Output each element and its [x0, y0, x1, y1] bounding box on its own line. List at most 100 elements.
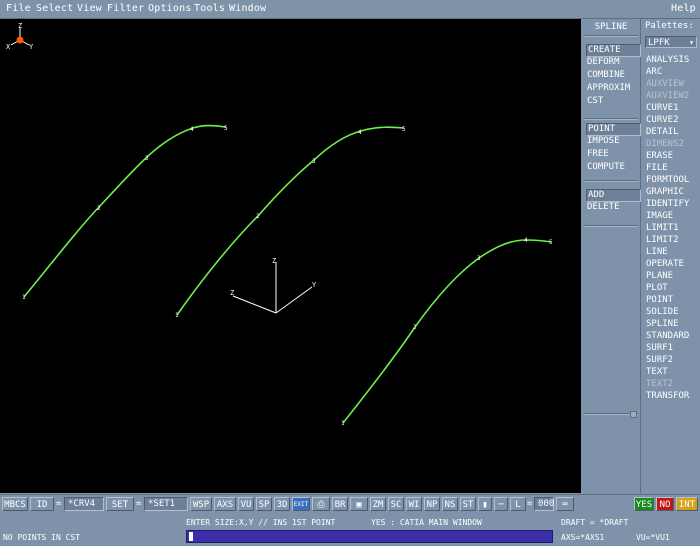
axs-button[interactable]: AXS — [214, 497, 236, 511]
set-button[interactable]: SET — [106, 497, 134, 511]
palette-line[interactable]: LINE — [646, 247, 668, 258]
palette-file[interactable]: FILE — [646, 163, 668, 174]
deform-button[interactable]: DEFORM — [587, 57, 620, 68]
spline-point-label: 4 — [190, 126, 194, 133]
palette-limit2[interactable]: LIMIT2 — [646, 235, 679, 246]
menu-window[interactable]: Window — [229, 3, 266, 14]
cst-button[interactable]: CST — [587, 96, 603, 107]
ns-button[interactable]: NS — [442, 497, 458, 511]
palettes-panel: Palettes: LPFK ▾ ANALYSIS ARC AUXVIEW AU… — [642, 19, 700, 493]
palette-formtool[interactable]: FORMTOOL — [646, 175, 689, 186]
palette-image[interactable]: IMAGE — [646, 211, 673, 222]
axis-x-label: Z — [230, 289, 234, 297]
palette-detail[interactable]: DETAIL — [646, 127, 679, 138]
spline-curve-1[interactable]: 1 2 3 4 5 — [22, 124, 228, 301]
int-button[interactable]: INT — [676, 497, 698, 511]
menu-filter[interactable]: Filter — [107, 3, 144, 14]
sc-button[interactable]: SC — [388, 497, 404, 511]
palette-arc[interactable]: ARC — [646, 67, 662, 78]
palette-solide[interactable]: SOLIDE — [646, 307, 679, 318]
spline-3-path[interactable] — [342, 239, 552, 424]
delete-button[interactable]: DELETE — [587, 202, 620, 213]
wsp-button[interactable]: WSP — [190, 497, 212, 511]
text-cursor — [189, 532, 193, 541]
axis-z-label: Z — [272, 257, 276, 265]
palette-surf2[interactable]: SURF2 — [646, 355, 673, 366]
line-style-icon[interactable]: ─ — [494, 497, 508, 511]
mbcs-button[interactable]: MBCS — [2, 497, 28, 511]
palette-transfor[interactable]: TRANSFOR — [646, 391, 689, 402]
set-field[interactable]: *SET1 — [144, 497, 188, 511]
menu-help[interactable]: Help — [671, 3, 696, 14]
3d-button[interactable]: 3D — [274, 497, 290, 511]
spline-curve-3[interactable]: 1 2 3 4 5 — [341, 237, 553, 427]
no-button[interactable]: NO — [656, 497, 674, 511]
palette-standard[interactable]: STANDARD — [646, 331, 689, 342]
spline-2-path[interactable] — [176, 126, 405, 316]
np-button[interactable]: NP — [424, 497, 440, 511]
cube-icon[interactable]: ▣ — [350, 497, 368, 511]
id-equals-label: = — [56, 499, 62, 509]
palette-auxview2: AUXVIEW2 — [646, 91, 690, 101]
menu-select[interactable]: Select — [36, 3, 73, 14]
spline-point-label: 2 — [256, 213, 260, 220]
compute-button[interactable]: COMPUTE — [587, 162, 625, 173]
spline-point-label: 5 — [549, 239, 553, 246]
add-button[interactable]: ADD — [586, 189, 641, 202]
graphics-viewport[interactable]: Z X Y Z Z Y 1 2 3 4 5 1 2 3 4 5 1 2 3 4 … — [0, 19, 581, 493]
exit-button[interactable]: EXIT — [292, 497, 310, 511]
spline-curve-2[interactable]: 1 2 3 4 5 — [175, 126, 406, 319]
layer-icon[interactable]: ▮ — [478, 497, 492, 511]
palette-spline[interactable]: SPLINE — [646, 319, 679, 330]
compass-y-label: Y — [29, 43, 34, 51]
palette-curve2[interactable]: CURVE2 — [646, 115, 679, 126]
spline-point-label: 3 — [477, 255, 481, 262]
free-button[interactable]: FREE — [587, 149, 609, 160]
prompt-message: ENTER SIZE:X,Y // INS 1ST POINT — [186, 518, 336, 527]
printer-icon[interactable]: ⎙ — [312, 497, 330, 511]
spline-point-label: 5 — [402, 126, 406, 133]
palette-analysis[interactable]: ANALYSIS — [646, 55, 689, 66]
palette-erase[interactable]: ERASE — [646, 151, 673, 162]
divider — [584, 118, 638, 120]
palette-graphic[interactable]: GRAPHIC — [646, 187, 684, 198]
id-field[interactable]: *CRV4 — [64, 497, 104, 511]
palette-plane[interactable]: PLANE — [646, 271, 673, 282]
keyboard-icon[interactable]: ⌨ — [556, 497, 574, 511]
st-button[interactable]: ST — [460, 497, 476, 511]
palette-text[interactable]: TEXT — [646, 367, 668, 378]
l-button[interactable]: L — [510, 497, 526, 511]
viewport-canvas[interactable]: Z X Y Z Z Y 1 2 3 4 5 1 2 3 4 5 1 2 3 4 … — [0, 19, 581, 493]
wi-button[interactable]: WI — [406, 497, 422, 511]
yes-button[interactable]: YES — [634, 497, 654, 511]
palette-point[interactable]: POINT — [646, 295, 673, 306]
palette-curve1[interactable]: CURVE1 — [646, 103, 679, 114]
create-button[interactable]: CREATE — [586, 44, 641, 57]
panel-resize-handle[interactable] — [630, 411, 637, 418]
menu-file[interactable]: File — [6, 3, 31, 14]
spline-1-path[interactable] — [23, 124, 227, 298]
menu-view[interactable]: View — [77, 3, 102, 14]
sp-button[interactable]: SP — [256, 497, 272, 511]
id-button[interactable]: ID — [30, 497, 54, 511]
approxim-button[interactable]: APPROXIM — [587, 83, 630, 94]
point-button[interactable]: POINT — [586, 123, 641, 136]
palette-plot[interactable]: PLOT — [646, 283, 668, 294]
br-button[interactable]: BR — [332, 497, 348, 511]
combine-button[interactable]: COMBINE — [587, 70, 625, 81]
layer-number-field[interactable]: 000 — [534, 497, 554, 511]
palette-select[interactable]: LPFK ▾ — [645, 36, 697, 48]
right-panel: SPLINE CREATE DEFORM COMBINE APPROXIM CS… — [582, 19, 700, 493]
palette-limit1[interactable]: LIMIT1 — [646, 223, 679, 234]
palette-surf1[interactable]: SURF1 — [646, 343, 673, 354]
compass-widget[interactable]: Z X Y — [6, 22, 34, 51]
palette-identify[interactable]: IDENTIFY — [646, 199, 689, 210]
menu-options[interactable]: Options — [148, 3, 192, 14]
palette-operate[interactable]: OPERATE — [646, 259, 684, 270]
menu-tools[interactable]: Tools — [194, 3, 225, 14]
zm-button[interactable]: ZM — [370, 497, 386, 511]
command-input[interactable] — [186, 530, 553, 543]
impose-button[interactable]: IMPOSE — [587, 136, 620, 147]
set-equals-label: = — [136, 499, 142, 509]
vu-button[interactable]: VU — [238, 497, 254, 511]
